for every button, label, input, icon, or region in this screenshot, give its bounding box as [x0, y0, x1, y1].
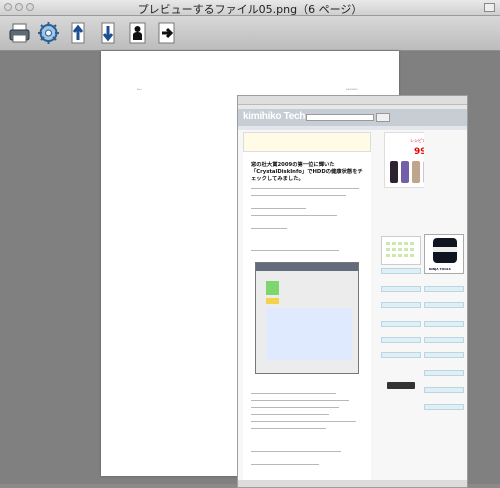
printer-icon [9, 23, 30, 43]
print-button[interactable] [8, 21, 31, 45]
sidebar-section [381, 337, 421, 343]
article-text-line [251, 208, 306, 209]
calendar-date [386, 248, 390, 251]
ninja-icon [433, 238, 457, 263]
site-search-input [306, 114, 374, 121]
toolbar [0, 16, 500, 51]
sidebar-section [381, 321, 421, 327]
sidebar-section [424, 370, 464, 376]
article-text-line [251, 400, 349, 401]
calendar-date [398, 242, 402, 245]
article-text-line [251, 407, 339, 408]
article-text-line [251, 228, 287, 229]
sidebar-section [381, 352, 421, 358]
sidebar-section [381, 286, 421, 292]
title-bar: プレビューするファイル05.png（6 ページ） [0, 0, 500, 16]
article-text-line [251, 250, 339, 251]
sidebar-section [424, 321, 464, 327]
browser-title-area [238, 96, 467, 105]
calendar-date [386, 254, 390, 257]
page-header-left: Kimi [137, 89, 142, 91]
sidebar-section [424, 404, 464, 410]
clothing-item [412, 161, 420, 183]
sidebar-section [381, 302, 421, 308]
calendar-date [404, 254, 408, 257]
site-navigation [238, 126, 467, 130]
document-canvas[interactable]: Kimi 2009/10/20 kimihiko Tech 窓の杜大賞2009の… [0, 51, 500, 488]
embedded-status-good [266, 281, 279, 295]
calendar-date [410, 248, 414, 251]
site-logo: kimihiko Tech [243, 111, 306, 122]
captured-webpage: kimihiko Tech 窓の杜大賞2009の第一位に輝いた「CrystalD… [237, 95, 468, 488]
calendar-date [410, 242, 414, 245]
ad-link-box [243, 132, 371, 152]
middle-sidebar: レシピアイテム 990円 [381, 132, 461, 487]
window-title: プレビューするファイル05.png（6 ページ） [137, 3, 363, 16]
article-text-line [251, 464, 319, 465]
calendar-date [398, 254, 402, 257]
calendar-widget [381, 236, 421, 265]
page-preview: Kimi 2009/10/20 kimihiko Tech 窓の杜大賞2009の… [101, 51, 468, 488]
sidebar-badge [387, 382, 415, 389]
article-text-line [251, 393, 336, 394]
calendar-date [392, 248, 396, 251]
ninja-tools-ad: NINJA TOOLS [424, 234, 464, 274]
calendar-date [410, 254, 414, 257]
calendar-date [398, 248, 402, 251]
calendar-date [404, 248, 408, 251]
sidebar-section [424, 286, 464, 292]
gear-icon [38, 22, 59, 44]
article-text-line [251, 421, 356, 422]
clothing-item [390, 161, 398, 183]
article-text-line [251, 428, 326, 429]
article-text-line [251, 414, 329, 415]
article-text-line [251, 188, 359, 189]
right-sidebar: NINJA TOOLS [424, 132, 464, 487]
calendar-date [392, 254, 396, 257]
upload-arrow-icon [71, 22, 85, 44]
site-header: kimihiko Tech [238, 109, 467, 126]
sidebar-section [424, 387, 464, 393]
article-text-line [251, 451, 341, 452]
person-icon [129, 22, 146, 44]
sidebar-section [381, 268, 421, 274]
upload-button[interactable] [67, 21, 90, 45]
person-button[interactable] [126, 21, 149, 45]
export-button[interactable] [155, 21, 178, 45]
download-arrow-icon [101, 22, 115, 44]
sidebar-section [424, 302, 464, 308]
preview-window: プレビューするファイル05.png（6 ページ） Kimi 2009/10/20… [0, 0, 500, 488]
embedded-screenshot [255, 262, 359, 374]
export-icon [158, 22, 175, 44]
fullscreen-button[interactable] [484, 3, 495, 12]
sidebar-section [424, 352, 464, 358]
calendar-date [386, 242, 390, 245]
embedded-data-table [266, 308, 352, 360]
settings-button[interactable] [37, 21, 60, 45]
ninja-band [433, 247, 457, 252]
calendar-date [392, 242, 396, 245]
embedded-screenshot-toolbar [256, 263, 358, 271]
article-text-line [251, 215, 337, 216]
site-search-button [376, 113, 390, 122]
article-title: 窓の杜大賞2009の第一位に輝いた「CrystalDiskInfo」でHDDの健… [251, 162, 363, 182]
calendar-date [404, 242, 408, 245]
embedded-status-warning [266, 298, 279, 304]
sidebar-section [424, 337, 464, 343]
clothing-item [401, 161, 409, 183]
page-header-right: 2009/10/20 [346, 89, 358, 91]
ninja-tools-text: NINJA TOOLS [429, 267, 451, 271]
article-column: 窓の杜大賞2009の第一位に輝いた「CrystalDiskInfo」でHDDの健… [243, 132, 371, 487]
article-text-line [251, 195, 346, 196]
download-button[interactable] [97, 21, 120, 45]
